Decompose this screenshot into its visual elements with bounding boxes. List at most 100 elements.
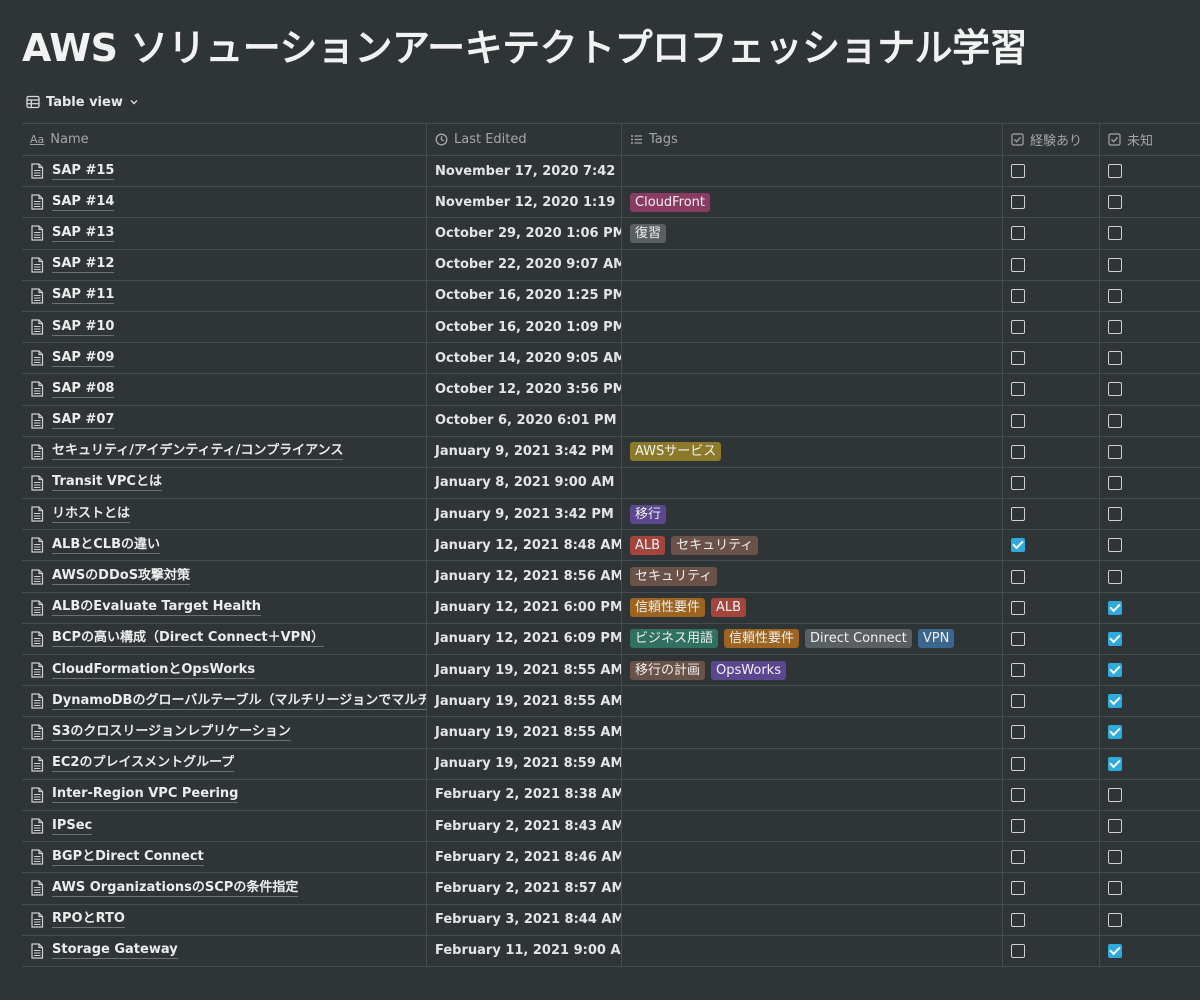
page-name-link[interactable]: DynamoDBのグローバルテーブル（マルチリージョンでマルチ [52,693,426,710]
name-cell[interactable]: SAP #14 [22,187,427,218]
tags-cell[interactable]: 移行の計画 OpsWorks [622,655,1003,686]
name-cell[interactable]: ALBとCLBの違い [22,530,427,561]
name-cell[interactable]: ALBのEvaluate Target Health [22,592,427,623]
unknown-checkbox[interactable] [1108,351,1122,366]
experience-checkbox[interactable] [1011,444,1025,459]
name-cell[interactable]: SAP #11 [22,280,427,311]
unknown-checkbox[interactable] [1108,600,1122,615]
page-name-link[interactable]: SAP #09 [52,350,115,367]
unknown-checkbox[interactable] [1108,507,1122,522]
tags-cell[interactable]: 移行 [622,499,1003,530]
unknown-cell[interactable] [1100,655,1200,685]
tags-cell[interactable] [622,779,1003,810]
unknown-cell[interactable] [1100,281,1200,311]
name-cell[interactable]: RPOとRTO [22,904,427,935]
experience-cell[interactable] [1003,561,1100,592]
page-name-link[interactable]: Transit VPCとは [52,474,162,492]
column-header-experience[interactable]: 経験あり [1003,124,1100,155]
name-cell[interactable]: DynamoDBのグローバルテーブル（マルチリージョンでマルチ [22,686,427,717]
page-name-link[interactable]: SAP #10 [52,319,115,336]
table-row[interactable]: CloudFormationとOpsWorks January 19, 2021… [22,655,1200,687]
table-row[interactable]: ALBのEvaluate Target Health January 12, 2… [22,592,1200,624]
name-cell[interactable]: SAP #08 [22,374,427,405]
unknown-checkbox[interactable] [1108,257,1122,272]
table-row[interactable]: AWS OrganizationsのSCPの条件指定 February 2, 2… [22,873,1200,905]
name-cell[interactable]: SAP #12 [22,249,427,280]
unknown-cell[interactable] [1100,343,1200,373]
name-cell[interactable]: S3のクロスリージョンレプリケーション [22,717,427,748]
unknown-checkbox[interactable] [1108,538,1122,553]
unknown-cell[interactable] [1100,156,1200,186]
table-row[interactable]: IPSec February 2, 2021 8:43 AM [22,810,1200,843]
unknown-checkbox[interactable] [1108,413,1122,428]
experience-checkbox[interactable] [1011,507,1025,522]
page-name-link[interactable]: AWSのDDoS攻撃対策 [52,568,191,586]
experience-checkbox[interactable] [1011,943,1025,958]
unknown-cell[interactable] [1100,624,1200,654]
unknown-cell[interactable] [1100,873,1200,903]
page-name-link[interactable]: SAP #15 [52,163,115,180]
name-cell[interactable]: BGPとDirect Connect [22,842,427,873]
name-cell[interactable]: SAP #09 [22,343,427,374]
experience-checkbox[interactable] [1011,413,1025,428]
table-row[interactable]: SAP #13 October 29, 2020 1:06 PM 復習 [22,218,1200,250]
experience-checkbox[interactable] [1011,600,1025,615]
unknown-checkbox[interactable] [1108,320,1122,335]
table-row[interactable]: SAP #12 October 22, 2020 9:07 AM [22,249,1200,281]
experience-cell[interactable] [1003,935,1100,966]
tags-cell[interactable]: CloudFront [622,187,1003,218]
tags-cell[interactable] [622,343,1003,374]
view-switcher[interactable]: Table view [26,91,139,113]
page-name-link[interactable]: IPSec [52,818,93,835]
tags-cell[interactable] [622,311,1003,343]
unknown-checkbox[interactable] [1108,444,1122,459]
experience-cell[interactable] [1003,530,1100,561]
experience-cell[interactable] [1003,249,1100,280]
experience-cell[interactable] [1003,156,1100,187]
experience-cell[interactable] [1003,842,1100,873]
name-cell[interactable]: IPSec [22,810,427,842]
experience-checkbox[interactable] [1011,912,1025,927]
experience-cell[interactable] [1003,343,1100,374]
tags-cell[interactable] [622,873,1003,904]
table-row[interactable]: SAP #07 October 6, 2020 6:01 PM [22,405,1200,437]
name-cell[interactable]: SAP #15 [22,156,427,187]
unknown-checkbox[interactable] [1108,725,1122,740]
unknown-cell[interactable] [1100,250,1200,280]
table-row[interactable]: BCPの高い構成（Direct Connect＋VPN） January 12,… [22,623,1200,655]
table-row[interactable]: SAP #10 October 16, 2020 1:09 PM [22,311,1200,344]
table-row[interactable]: SAP #11 October 16, 2020 1:25 PM [22,280,1200,312]
table-row[interactable]: SAP #14 November 12, 2020 1:19 PM CloudF… [22,187,1200,219]
unknown-cell[interactable] [1100,561,1200,591]
unknown-checkbox[interactable] [1108,226,1122,241]
page-name-link[interactable]: EC2のプレイスメントグループ [52,755,235,773]
experience-checkbox[interactable] [1011,164,1025,179]
experience-cell[interactable] [1003,187,1100,218]
unknown-checkbox[interactable] [1108,288,1122,303]
tags-cell[interactable]: AWSサービス [622,436,1003,467]
experience-checkbox[interactable] [1011,569,1025,584]
page-name-link[interactable]: BGPとDirect Connect [52,849,204,866]
experience-checkbox[interactable] [1011,320,1025,335]
page-name-link[interactable]: SAP #14 [52,194,115,211]
name-cell[interactable]: Storage Gateway [22,935,427,966]
experience-cell[interactable] [1003,623,1100,654]
name-cell[interactable]: AWSのDDoS攻撃対策 [22,561,427,592]
experience-cell[interactable] [1003,499,1100,530]
unknown-cell[interactable] [1100,530,1200,560]
tags-cell[interactable]: 信頼性要件 ALB [622,592,1003,623]
name-cell[interactable]: SAP #13 [22,218,427,249]
experience-cell[interactable] [1003,779,1100,810]
experience-checkbox[interactable] [1011,663,1025,678]
page-name-link[interactable]: SAP #11 [52,287,115,305]
unknown-cell[interactable] [1100,499,1200,529]
unknown-checkbox[interactable] [1108,912,1122,927]
unknown-cell[interactable] [1100,374,1200,404]
page-name-link[interactable]: ALBのEvaluate Target Health [52,599,262,617]
experience-cell[interactable] [1003,873,1100,904]
tags-cell[interactable]: 復習 [622,218,1003,249]
experience-checkbox[interactable] [1011,288,1025,303]
unknown-checkbox[interactable] [1108,787,1122,802]
experience-checkbox[interactable] [1011,382,1025,397]
experience-cell[interactable] [1003,218,1100,249]
